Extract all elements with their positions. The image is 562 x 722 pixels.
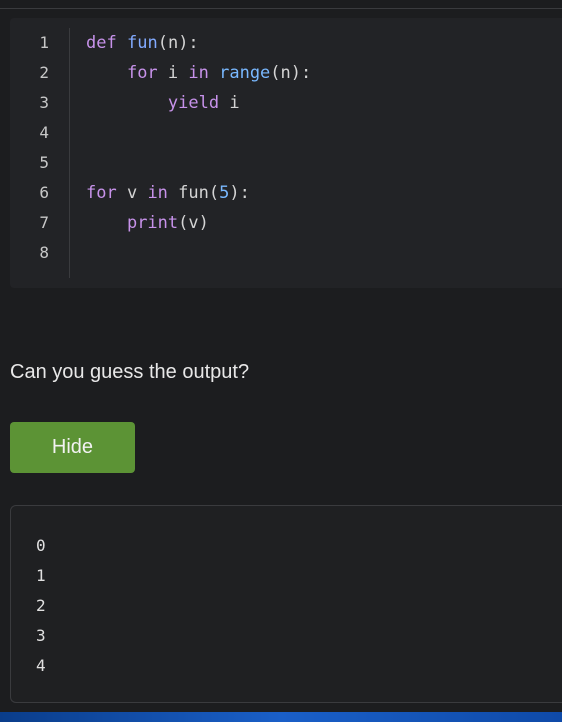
line-number: 2 (39, 63, 49, 82)
code-line-1: def fun(n): (86, 28, 199, 58)
function-name: fun (126, 33, 158, 53)
punctuation: ( (208, 183, 220, 203)
question-text: Can you guess the output? (10, 361, 250, 383)
identifier: v (116, 183, 148, 203)
punctuation: ( (178, 213, 189, 233)
code-content: def fun(n): for i in range(n): yield i f… (86, 28, 311, 248)
identifier: i (157, 63, 189, 83)
number: 5 (219, 183, 230, 203)
punctuation: ): (178, 33, 199, 53)
identifier: n (280, 63, 291, 83)
hide-button[interactable]: Hide (10, 422, 135, 473)
code-line-7: print(v) (86, 208, 209, 238)
output-line: 2 (36, 596, 46, 615)
output-box: 0 1 2 3 4 (10, 505, 562, 703)
line-number: 8 (39, 243, 49, 262)
keyword: yield (167, 93, 220, 113)
line-number-gutter: 1 2 3 4 5 6 7 8 (10, 28, 70, 278)
identifier: v (188, 213, 199, 233)
identifier: n (167, 33, 179, 53)
code-line-2: for i in range(n): (86, 58, 311, 88)
keyword: in (188, 63, 209, 83)
keyword: def (86, 33, 117, 53)
punctuation: ): (290, 63, 312, 83)
builtin: range (208, 63, 271, 83)
identifier: i (219, 93, 240, 113)
output-line: 3 (36, 626, 46, 645)
line-number: 4 (39, 123, 49, 142)
output-line: 4 (36, 656, 46, 675)
punctuation: ( (157, 33, 168, 53)
line-number: 3 (39, 93, 49, 112)
line-number: 1 (39, 33, 49, 52)
line-number: 7 (39, 213, 49, 232)
keyword: for (126, 63, 158, 83)
line-number: 6 (39, 183, 49, 202)
punctuation: ( (270, 63, 281, 83)
function-call: fun (167, 183, 209, 203)
divider (0, 8, 562, 9)
keyword: for (86, 183, 117, 203)
keyword: in (147, 183, 168, 203)
code-block: 1 2 3 4 5 6 7 8 def fun(n): for i in ran… (10, 18, 562, 288)
output-line: 0 (36, 536, 46, 555)
code-line-3: yield i (86, 88, 240, 118)
page: 1 2 3 4 5 6 7 8 def fun(n): for i in ran… (0, 0, 562, 722)
builtin: print (126, 213, 179, 233)
line-number: 5 (39, 153, 49, 172)
code-line-6: for v in fun(5): (86, 178, 250, 208)
punctuation: ): (229, 183, 250, 203)
taskbar (0, 712, 562, 722)
output-line: 1 (36, 566, 46, 585)
punctuation: ) (198, 213, 209, 233)
